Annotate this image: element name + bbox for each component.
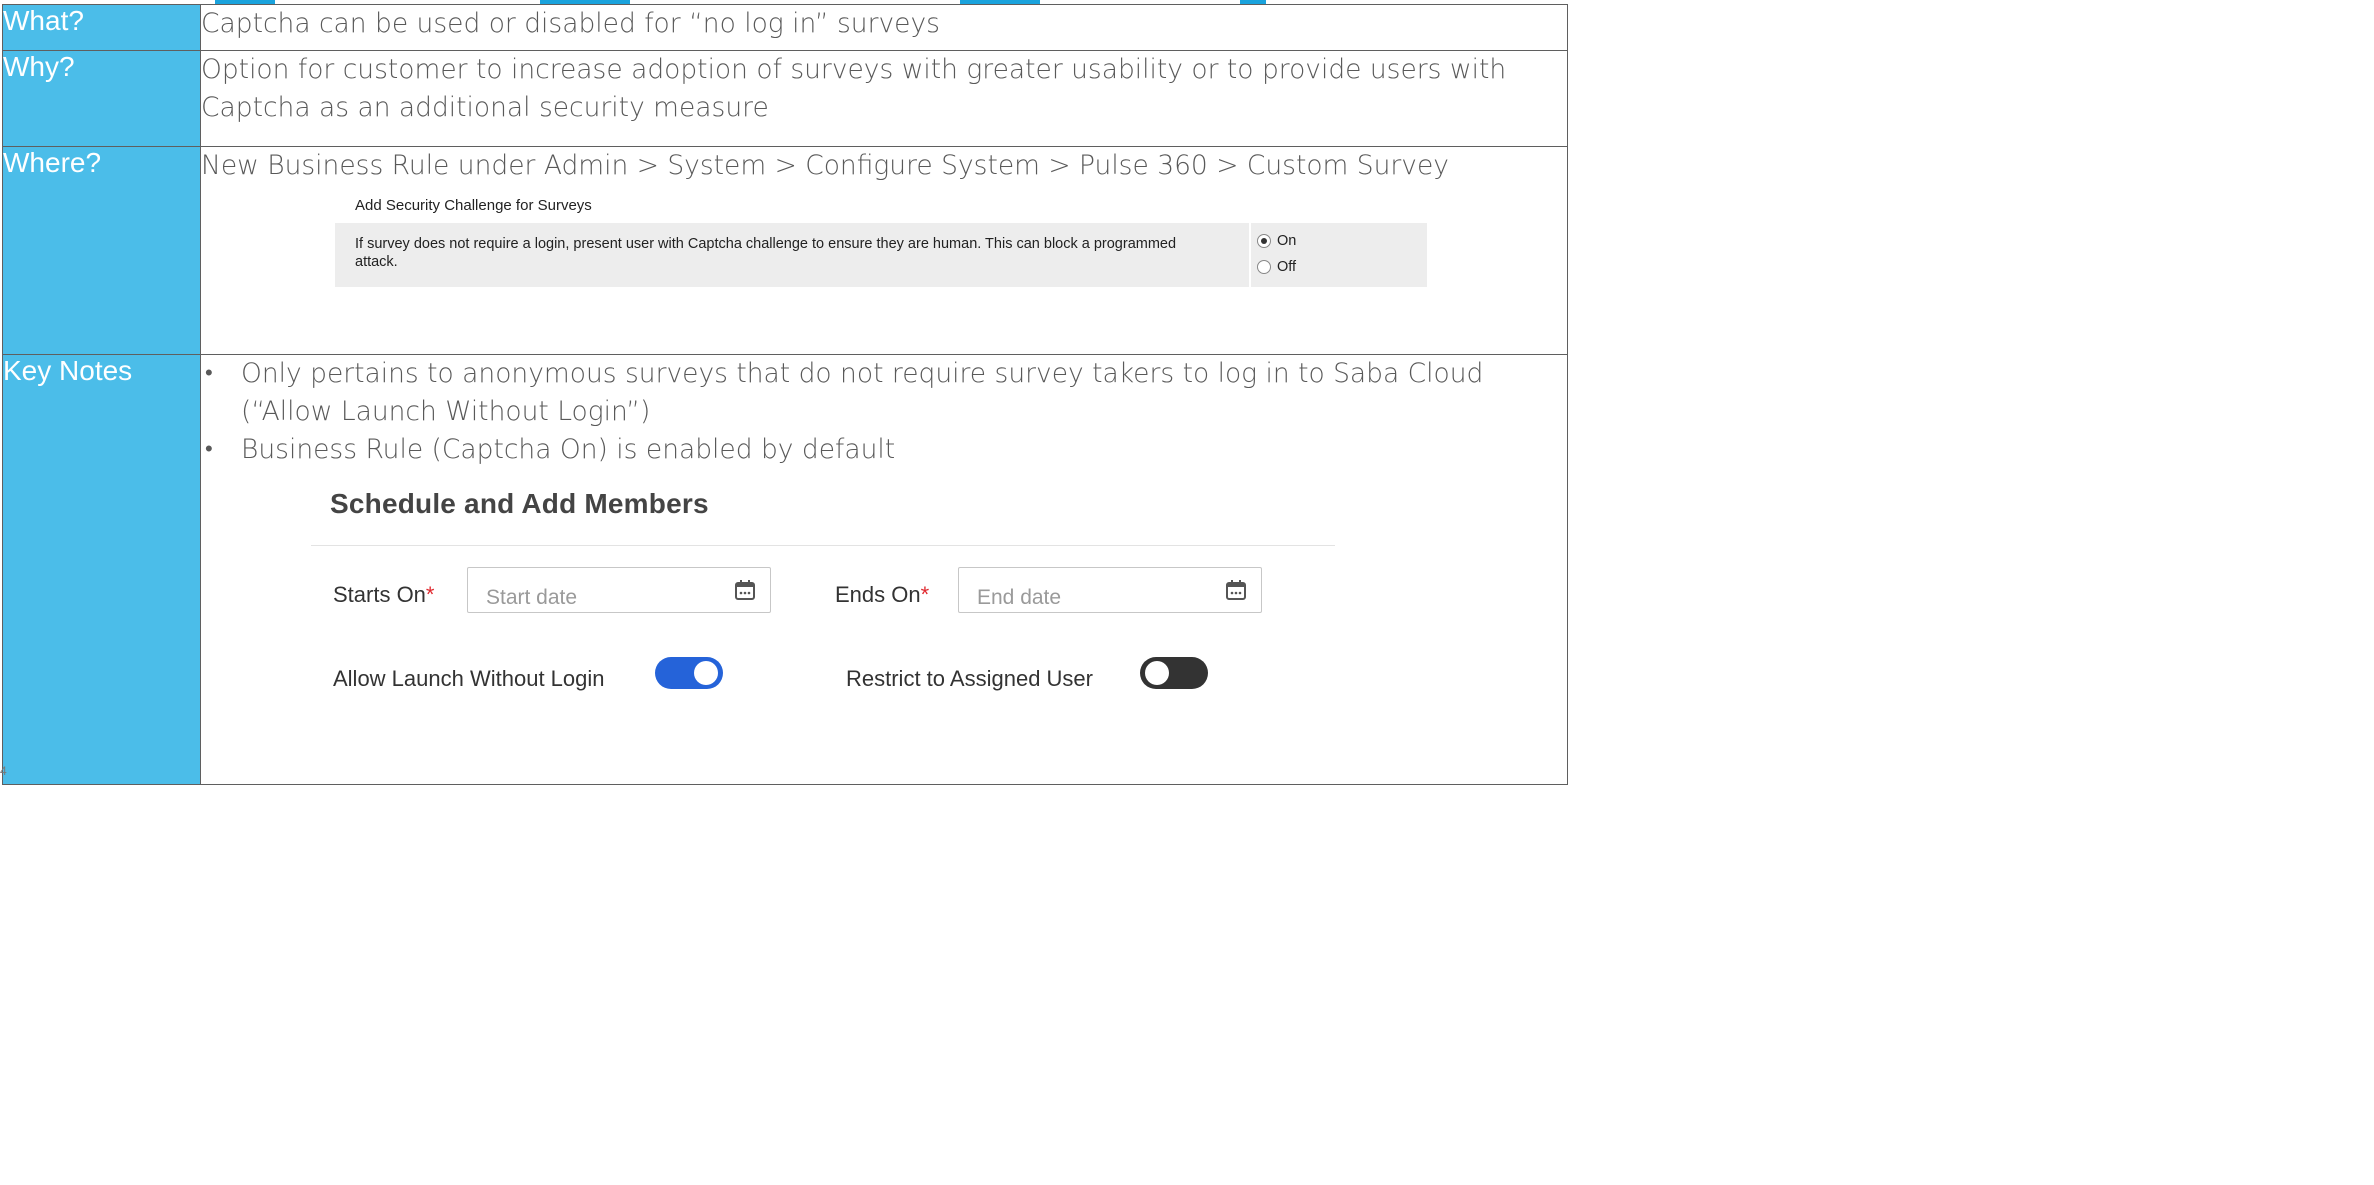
radio-on-icon[interactable] (1257, 234, 1271, 248)
toggle-knob (694, 661, 718, 685)
schedule-panel: Schedule and Add Members Starts On* Star… (299, 469, 1567, 769)
toggle-knob (1145, 661, 1169, 685)
end-date-input[interactable]: End date (958, 567, 1262, 613)
key-note-item: Business Rule (Captcha On) is enabled by… (205, 431, 1567, 469)
radio-option-on[interactable]: On (1257, 232, 1296, 250)
calendar-icon[interactable] (734, 579, 756, 601)
start-date-placeholder: Start date (486, 586, 578, 609)
radio-on-label: On (1277, 233, 1297, 249)
row-text-what: Captcha can be used or disabled for “no … (200, 4, 1568, 51)
restrict-user-toggle[interactable] (1140, 657, 1208, 689)
start-date-input[interactable]: Start date (467, 567, 771, 613)
row-label-notes: Key Notes (2, 354, 201, 785)
radio-off-icon[interactable] (1257, 260, 1271, 274)
calendar-icon[interactable] (1225, 579, 1247, 601)
allow-launch-toggle[interactable] (655, 657, 723, 689)
security-challenge-description: If survey does not require a login, pres… (355, 236, 1177, 270)
restrict-user-label: Restrict to Assigned User (846, 666, 1093, 691)
row-label-what: What? (2, 4, 201, 51)
key-notes-list: Only pertains to anonymous surveys that … (201, 355, 1567, 469)
required-asterisk: * (425, 582, 435, 607)
security-challenge-panel: If survey does not require a login, pres… (335, 223, 1427, 287)
radio-off-label: Off (1277, 259, 1297, 275)
schedule-divider (311, 545, 1335, 546)
row-label-why: Why? (2, 50, 201, 147)
starts-on-label: Starts On* (333, 582, 435, 607)
allow-launch-label: Allow Launch Without Login (333, 666, 605, 691)
radio-option-off[interactable]: Off (1257, 258, 1296, 276)
security-challenge-title: Add Security Challenge for Surveys (355, 197, 592, 214)
page-number: 4 (0, 764, 7, 778)
row-text-why: Option for customer to increase adoption… (200, 50, 1568, 147)
row-content-notes: Only pertains to anonymous surveys that … (200, 354, 1568, 785)
where-path-text: New Business Rule under Admin > System >… (201, 150, 1449, 181)
feature-table: What? Captcha can be used or disabled fo… (2, 4, 1568, 785)
ends-on-label: Ends On* (835, 582, 930, 607)
row-label-where: Where? (2, 146, 201, 355)
row-content-where: New Business Rule under Admin > System >… (200, 146, 1568, 355)
schedule-title: Schedule and Add Members (330, 488, 709, 519)
required-asterisk: * (920, 582, 930, 607)
key-note-item: Only pertains to anonymous surveys that … (205, 355, 1567, 431)
panel-divider (1249, 223, 1251, 287)
end-date-placeholder: End date (977, 586, 1062, 609)
